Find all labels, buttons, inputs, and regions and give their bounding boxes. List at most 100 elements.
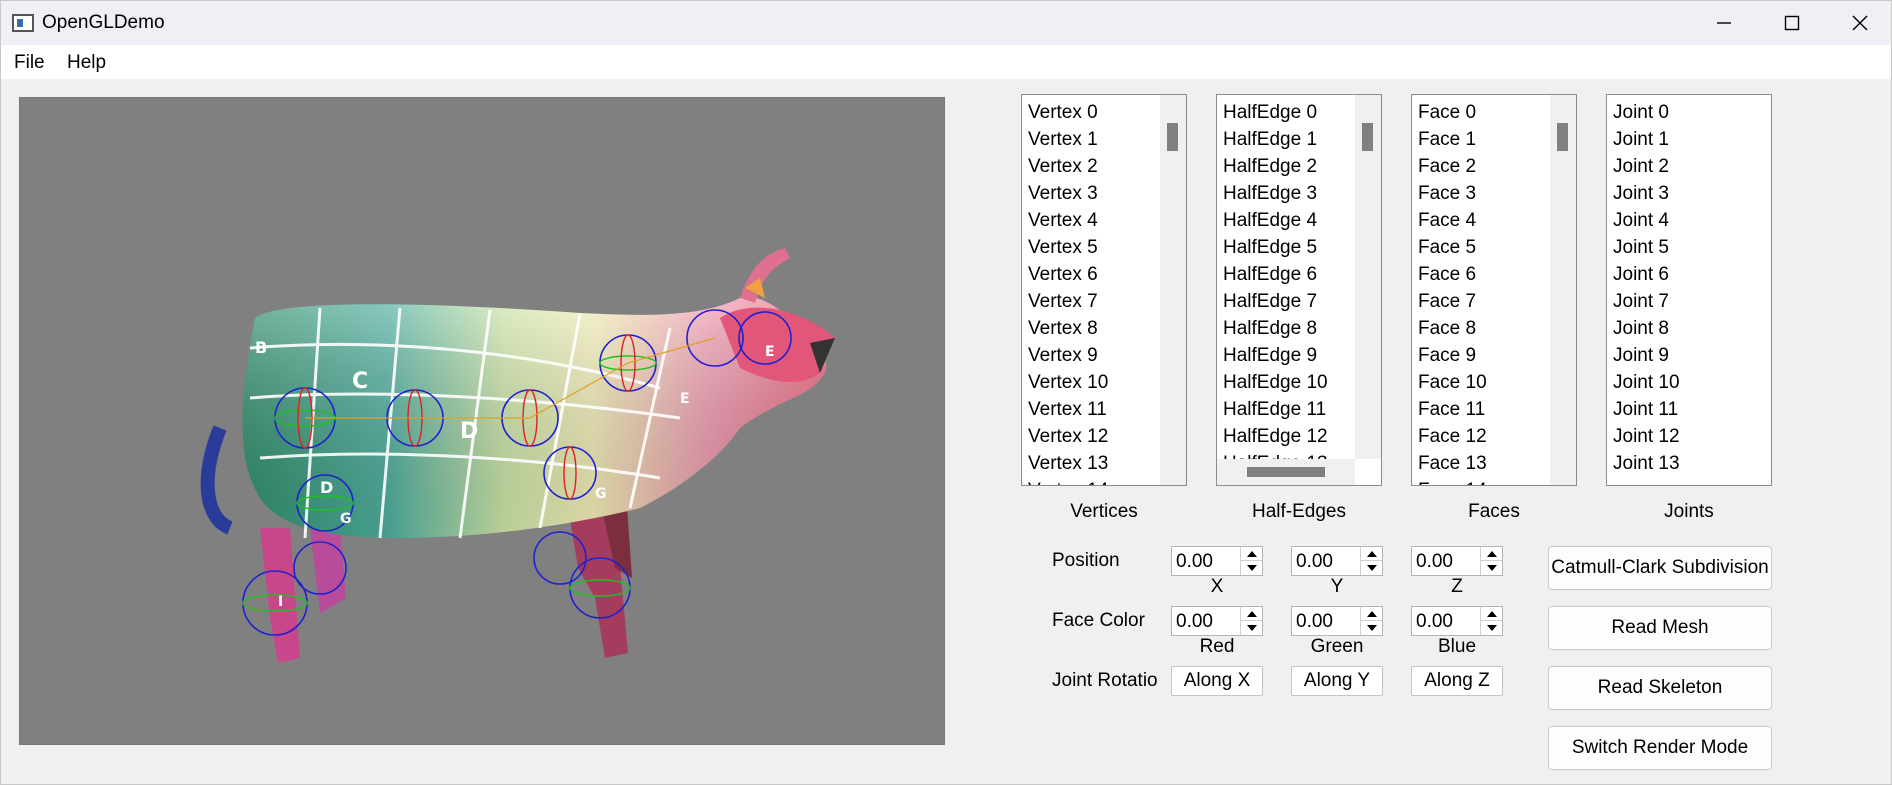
list-item[interactable]: Vertex 5 [1028,234,1108,261]
list-item[interactable]: Joint 9 [1613,342,1680,369]
opengl-viewport[interactable]: B C D D G G E E I [19,97,945,745]
face-list[interactable]: Face 0 Face 1 Face 2 Face 3 Face 4 Face 5 Face… [1411,94,1577,486]
list-item[interactable]: Face 0 [1418,99,1487,126]
list-item[interactable]: HalfEdge 10 [1223,369,1328,396]
list-item[interactable]: HalfEdge 3 [1223,180,1328,207]
scroll-thumb[interactable] [1557,123,1568,151]
list-item[interactable]: Face 4 [1418,207,1487,234]
list-item[interactable]: Face 10 [1418,369,1487,396]
list-item[interactable]: Joint 6 [1613,261,1680,288]
list-item[interactable]: Vertex 3 [1028,180,1108,207]
halfedge-list-hscrollbar[interactable] [1217,459,1355,485]
increment-button[interactable] [1361,607,1382,621]
decrement-button[interactable] [1481,561,1502,575]
list-item[interactable]: HalfEdge 11 [1223,396,1328,423]
vertex-list-scrollbar[interactable] [1160,95,1186,485]
vertex-list[interactable]: Vertex 0 Vertex 1 Vertex 2 Vertex 3 Vertex 4… [1021,94,1187,486]
list-item[interactable]: Vertex 14 [1028,477,1108,485]
list-item[interactable]: Joint 2 [1613,153,1680,180]
list-item[interactable]: Face 12 [1418,423,1487,450]
scroll-thumb[interactable] [1167,123,1178,151]
rotate-along-x-button[interactable]: Along X [1171,666,1263,696]
list-item[interactable]: Vertex 11 [1028,396,1108,423]
decrement-button[interactable] [1481,621,1502,635]
list-item[interactable]: HalfEdge 4 [1223,207,1328,234]
list-item[interactable]: Vertex 8 [1028,315,1108,342]
list-item[interactable]: Joint 4 [1613,207,1680,234]
list-item[interactable]: Joint 13 [1613,450,1680,477]
list-item[interactable]: HalfEdge 0 [1223,99,1328,126]
list-item[interactable]: HalfEdge 12 [1223,423,1328,450]
list-item[interactable]: Face 3 [1418,180,1487,207]
list-item[interactable]: HalfEdge 9 [1223,342,1328,369]
switch-render-mode-button[interactable]: Switch Render Mode [1548,726,1772,770]
list-item[interactable]: HalfEdge 2 [1223,153,1328,180]
list-item[interactable]: Joint 12 [1613,423,1680,450]
list-item[interactable]: Vertex 10 [1028,369,1108,396]
list-item[interactable]: Joint 5 [1613,234,1680,261]
list-item[interactable]: Vertex 6 [1028,261,1108,288]
list-item[interactable]: Joint 7 [1613,288,1680,315]
position-y-spinbox[interactable]: 0.00 [1291,546,1383,576]
list-item[interactable]: Joint 11 [1613,396,1680,423]
position-z-spinbox[interactable]: 0.00 [1411,546,1503,576]
list-item[interactable]: Vertex 7 [1028,288,1108,315]
face-list-scrollbar[interactable] [1550,95,1576,485]
joint-list[interactable]: Joint 0 Joint 1 Joint 2 Joint 3 Joint 4 Joint… [1606,94,1772,486]
minimize-button[interactable] [1689,1,1759,45]
list-item[interactable]: Face 1 [1418,126,1487,153]
increment-button[interactable] [1481,547,1502,561]
list-item[interactable]: Joint 8 [1613,315,1680,342]
rotate-along-z-button[interactable]: Along Z [1411,666,1503,696]
read-mesh-button[interactable]: Read Mesh [1548,606,1772,650]
list-item[interactable]: Face 9 [1418,342,1487,369]
list-item[interactable]: Vertex 1 [1028,126,1108,153]
close-button[interactable] [1825,1,1892,45]
decrement-button[interactable] [1361,621,1382,635]
position-x-spinbox[interactable]: 0.00 [1171,546,1263,576]
decrement-button[interactable] [1241,621,1262,635]
read-skeleton-button[interactable]: Read Skeleton [1548,666,1772,710]
list-item[interactable]: Face 14 [1418,477,1487,485]
list-item[interactable]: Vertex 0 [1028,99,1108,126]
list-item[interactable]: Joint 0 [1613,99,1680,126]
list-item[interactable]: HalfEdge 7 [1223,288,1328,315]
halfedge-list-scrollbar[interactable] [1355,95,1381,459]
scroll-thumb[interactable] [1247,467,1325,477]
list-item[interactable]: HalfEdge 6 [1223,261,1328,288]
list-item[interactable]: Face 7 [1418,288,1487,315]
list-item[interactable]: Joint 1 [1613,126,1680,153]
list-item[interactable]: Face 11 [1418,396,1487,423]
list-item[interactable]: Face 6 [1418,261,1487,288]
list-item[interactable]: HalfEdge 5 [1223,234,1328,261]
list-item[interactable]: Face 2 [1418,153,1487,180]
increment-button[interactable] [1481,607,1502,621]
list-item[interactable]: Joint 10 [1613,369,1680,396]
list-item[interactable]: Vertex 13 [1028,450,1108,477]
list-item[interactable]: Face 8 [1418,315,1487,342]
scroll-thumb[interactable] [1362,123,1373,151]
face-color-red-spinbox[interactable]: 0.00 [1171,606,1263,636]
list-item[interactable]: HalfEdge 1 [1223,126,1328,153]
catmull-clark-subdivision-button[interactable]: Catmull-Clark Subdivision [1548,546,1772,590]
maximize-button[interactable] [1757,1,1827,45]
face-color-green-spinbox[interactable]: 0.00 [1291,606,1383,636]
list-item[interactable]: Joint 3 [1613,180,1680,207]
menu-help[interactable]: Help [67,52,106,74]
list-item[interactable]: Vertex 2 [1028,153,1108,180]
list-item[interactable]: Face 13 [1418,450,1487,477]
decrement-button[interactable] [1241,561,1262,575]
halfedge-list[interactable]: HalfEdge 0 HalfEdge 1 HalfEdge 2 HalfEdge 3… [1216,94,1382,486]
face-color-blue-spinbox[interactable]: 0.00 [1411,606,1503,636]
list-item[interactable]: Vertex 12 [1028,423,1108,450]
decrement-button[interactable] [1361,561,1382,575]
increment-button[interactable] [1241,607,1262,621]
list-item[interactable]: Vertex 9 [1028,342,1108,369]
rotate-along-y-button[interactable]: Along Y [1291,666,1383,696]
increment-button[interactable] [1241,547,1262,561]
list-item[interactable]: Vertex 4 [1028,207,1108,234]
menu-file[interactable]: File [14,52,45,74]
list-item[interactable]: HalfEdge 8 [1223,315,1328,342]
increment-button[interactable] [1361,547,1382,561]
list-item[interactable]: Face 5 [1418,234,1487,261]
